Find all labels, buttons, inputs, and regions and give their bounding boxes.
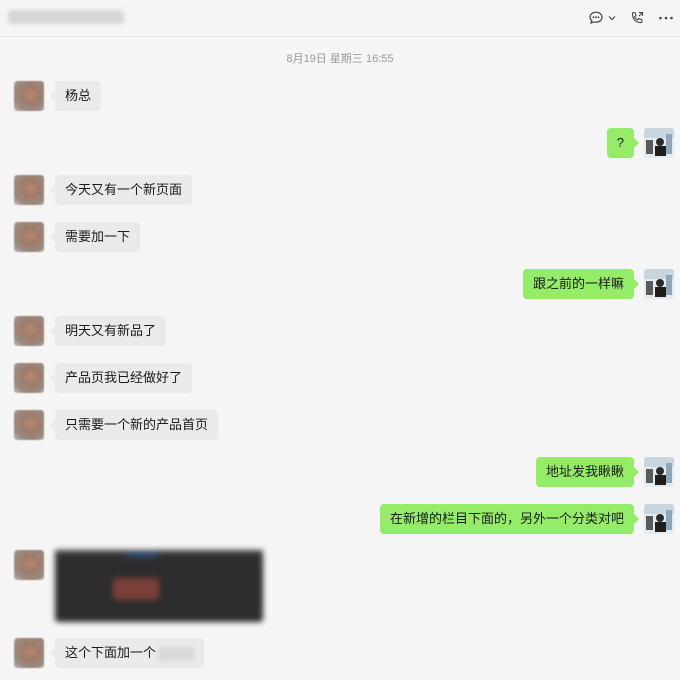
message-timestamp: 8月19日 星期三 16:55	[286, 53, 394, 65]
image-content	[55, 550, 263, 556]
self-avatar[interactable]	[644, 269, 674, 299]
redacted-text	[158, 646, 195, 661]
self-avatar[interactable]	[644, 128, 674, 158]
contact-avatar[interactable]	[14, 81, 44, 111]
self-avatar-photo-icon	[644, 457, 674, 487]
image-message-redacted[interactable]	[55, 550, 263, 622]
message-bubble[interactable]: 跟之前的一样嘛	[522, 269, 640, 299]
chat-title-redacted	[8, 10, 124, 24]
message-bubble[interactable]: 今天又有一个新页面	[49, 175, 193, 205]
contact-avatar[interactable]	[14, 638, 44, 668]
self-avatar-photo-icon	[644, 269, 674, 299]
message-bubble[interactable]: 明天又有新品了	[49, 316, 167, 346]
chat-header	[0, 0, 680, 37]
message-bubble[interactable]: ?	[606, 128, 640, 158]
message-bubble[interactable]: 只需要一个新的产品首页	[49, 410, 219, 440]
contact-avatar[interactable]	[14, 222, 44, 252]
contact-avatar[interactable]	[14, 550, 44, 580]
self-avatar[interactable]	[644, 457, 674, 487]
contact-avatar[interactable]	[14, 363, 44, 393]
self-avatar-photo-icon	[644, 504, 674, 534]
more-button[interactable]	[658, 8, 674, 28]
message-bubble[interactable]: 在新增的栏目下面的，另外一个分类对吧	[379, 504, 640, 534]
chat-bubble-icon	[589, 11, 603, 24]
voice-call-button[interactable]	[629, 8, 645, 28]
contact-avatar[interactable]	[14, 410, 44, 440]
more-icon	[659, 16, 673, 20]
contact-avatar[interactable]	[14, 175, 44, 205]
chevron-down-icon	[608, 16, 616, 21]
message-bubble[interactable]: 地址发我瞅瞅	[535, 457, 640, 487]
message-bubble[interactable]: 杨总	[49, 81, 102, 111]
self-avatar[interactable]	[644, 504, 674, 534]
message-text: 这个下面加一个	[65, 645, 157, 660]
message-bubble[interactable]: 这个下面加一个	[49, 638, 205, 668]
voice-call-icon	[631, 11, 644, 24]
message-bubble[interactable]: 产品页我已经做好了	[49, 363, 193, 393]
self-avatar-photo-icon	[644, 128, 674, 158]
message-bubble[interactable]: 需要加一下	[49, 222, 141, 252]
chat-options-button[interactable]	[588, 8, 617, 28]
image-content	[113, 578, 159, 600]
image-content	[127, 552, 157, 558]
contact-avatar[interactable]	[14, 316, 44, 346]
